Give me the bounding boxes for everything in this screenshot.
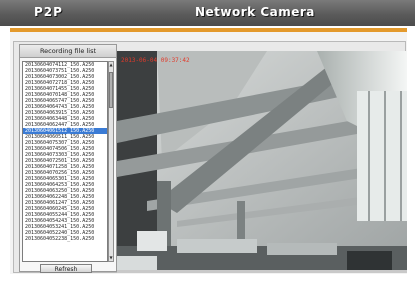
app-header: P2P Network Camera bbox=[0, 0, 415, 26]
video-timestamp: 2013-06-04 09:37:42 bbox=[121, 57, 190, 64]
scroll-thumb[interactable] bbox=[109, 72, 113, 108]
file-panel-title: Recording file list bbox=[20, 45, 116, 58]
recording-file-list[interactable]: 20130604074112_150.A250 20130604073751_15… bbox=[22, 61, 108, 262]
app-title: Network Camera bbox=[195, 5, 315, 19]
camera-image bbox=[117, 51, 407, 270]
recording-file-panel: Recording file list 20130604074112_150.A… bbox=[19, 44, 117, 273]
brand-logo: P2P bbox=[34, 5, 63, 19]
scroll-down-icon[interactable]: ▼ bbox=[109, 255, 113, 261]
file-list-scrollbar[interactable]: ▲ ▼ bbox=[108, 61, 114, 262]
file-list-item[interactable]: 20130604052238_150.A250 bbox=[23, 236, 107, 242]
video-view[interactable]: 2013-06-04 09:37:42 bbox=[117, 51, 407, 270]
video-bottom-strip bbox=[117, 270, 407, 273]
refresh-button[interactable]: Refresh bbox=[40, 264, 92, 273]
scroll-up-icon[interactable]: ▲ bbox=[109, 62, 113, 68]
